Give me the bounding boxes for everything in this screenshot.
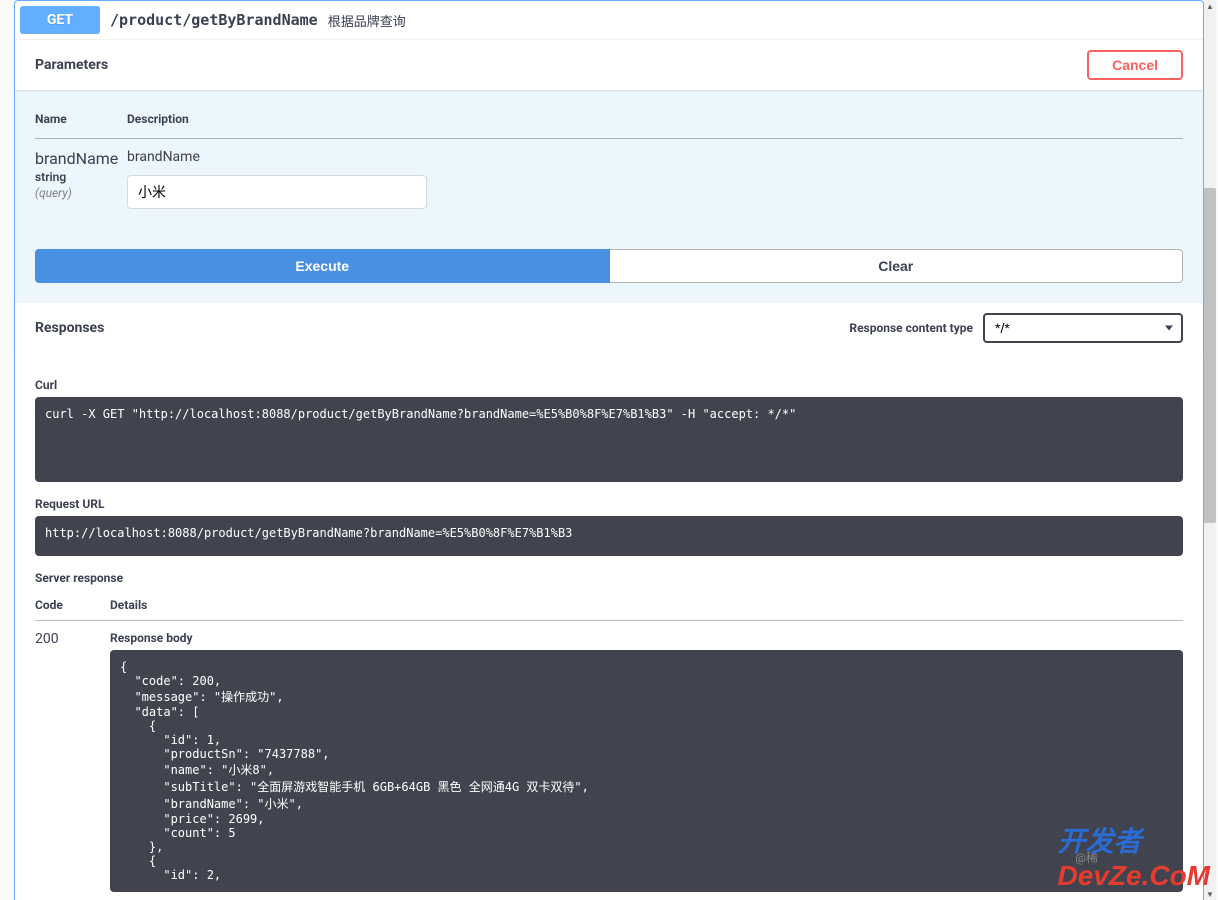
scroll-up-arrow[interactable]: ▲ <box>1204 0 1216 12</box>
response-table: Code Details 200 Response body { "code":… <box>35 590 1183 900</box>
server-response-heading: Server response <box>35 571 1183 585</box>
parameters-heading: Parameters <box>35 57 108 73</box>
content-type-label: Response content type <box>849 321 973 335</box>
param-in: (query) <box>35 186 127 200</box>
action-buttons: Execute Clear <box>15 239 1203 303</box>
responses-header: Responses Response content type */* <box>15 303 1203 353</box>
parameters-header: Parameters Cancel <box>15 40 1203 90</box>
curl-heading: Curl <box>35 378 1183 392</box>
param-description: brandName <box>127 149 1183 165</box>
execute-button[interactable]: Execute <box>35 249 610 283</box>
column-details: Details <box>110 590 1183 621</box>
request-url-heading: Request URL <box>35 497 1183 511</box>
param-type: string <box>35 170 127 184</box>
operation-block: GET /product/getByBrandName 根据品牌查询 Param… <box>14 0 1204 900</box>
response-code: 200 <box>35 621 110 900</box>
column-code: Code <box>35 590 110 621</box>
response-body-heading: Response body <box>110 631 1183 645</box>
operation-path: /product/getByBrandName <box>110 11 318 29</box>
parameter-row: brandName string (query) brandName <box>35 139 1183 220</box>
parameters-table: Name Description brandName string (query… <box>35 100 1183 219</box>
operation-summary[interactable]: GET /product/getByBrandName 根据品牌查询 <box>15 1 1203 40</box>
responses-heading: Responses <box>35 320 104 336</box>
param-value-input[interactable] <box>127 175 427 209</box>
scroll-down-arrow[interactable]: ▼ <box>1204 888 1216 900</box>
param-name: brandName <box>35 149 127 168</box>
operation-description: 根据品牌查询 <box>328 11 406 30</box>
scrollbar-thumb[interactable] <box>1204 188 1216 523</box>
http-method-badge: GET <box>20 6 100 34</box>
curl-command: curl -X GET "http://localhost:8088/produ… <box>35 397 1183 482</box>
column-description: Description <box>127 100 1183 139</box>
request-url: http://localhost:8088/product/getByBrand… <box>35 516 1183 556</box>
response-body: { "code": 200, "message": "操作成功", "data"… <box>110 650 1183 892</box>
response-row: 200 Response body { "code": 200, "messag… <box>35 621 1183 900</box>
clear-button[interactable]: Clear <box>610 249 1184 283</box>
column-name: Name <box>35 100 127 139</box>
cancel-button[interactable]: Cancel <box>1087 50 1183 80</box>
browser-scrollbar[interactable]: ▲ ▼ <box>1204 0 1216 900</box>
content-type-select[interactable]: */* <box>983 313 1183 343</box>
